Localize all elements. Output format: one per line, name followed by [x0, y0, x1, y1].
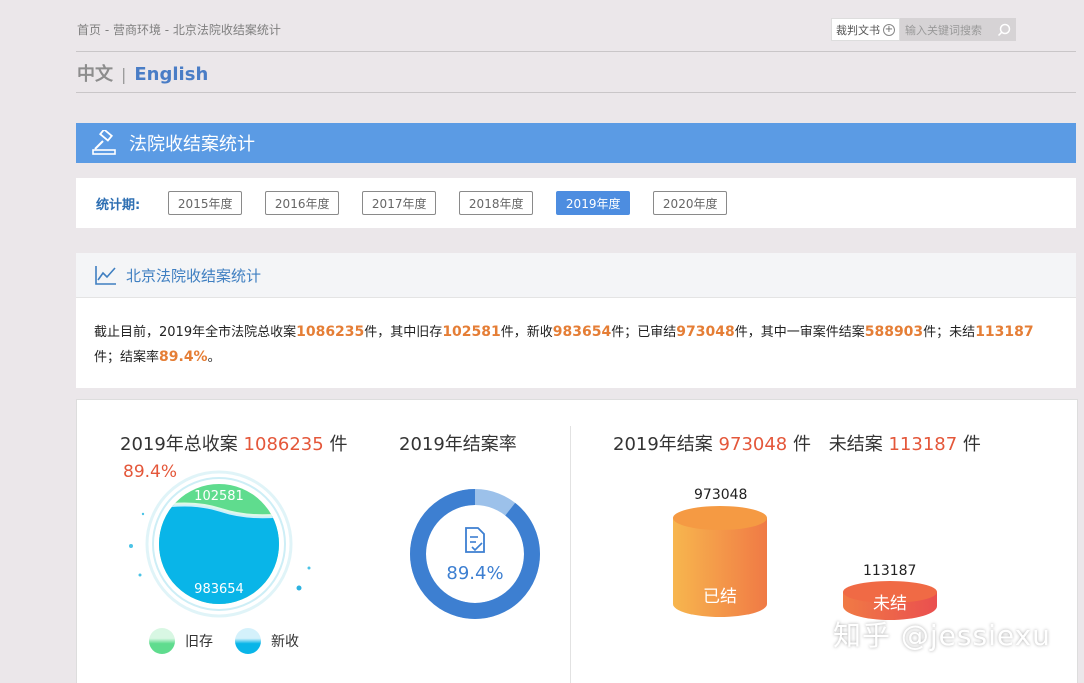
lang-separator: | — [121, 65, 127, 84]
search-area: 裁判文书 + 输入关键词搜索 — [831, 18, 1016, 41]
open-top-label: 113187 — [863, 563, 917, 579]
year-button-2018[interactable]: 2018年度 — [459, 191, 534, 215]
language-switch: 中文 | English — [77, 60, 208, 86]
charts-divider — [570, 426, 571, 683]
watermark: 知乎 @jessiexu — [833, 619, 1051, 652]
sparkle-dot — [129, 544, 133, 548]
search-icon[interactable] — [997, 23, 1011, 37]
judgment-docs-button[interactable]: 裁判文书 + — [831, 18, 900, 41]
legend-old: 旧存 — [149, 628, 213, 654]
lang-en-link[interactable]: English — [134, 64, 208, 85]
year-button-2015[interactable]: 2015年度 — [168, 191, 243, 215]
closed-top-label: 973048 — [694, 487, 748, 503]
document-check-icon — [465, 527, 485, 553]
legend-new: 新收 — [235, 628, 299, 654]
page-title: 法院收结案统计 — [129, 134, 255, 155]
search-input[interactable]: 输入关键词搜索 — [900, 18, 1016, 41]
period-label: 统计期: — [96, 197, 141, 213]
summary-first-instance-value: 588903 — [864, 324, 924, 340]
donut-rate-label: 89.4% — [446, 563, 503, 584]
year-button-2019[interactable]: 2019年度 — [556, 191, 631, 215]
legend-old-label: 旧存 — [185, 634, 213, 650]
lang-zh-link[interactable]: 中文 — [77, 64, 113, 85]
stats-summary-panel: 北京法院收结案统计 截止目前，2019年全市法院总收案1086235件，其中旧存… — [76, 253, 1076, 388]
sparkle-dot — [138, 573, 142, 577]
closure-rate-title: 2019年结案率 — [399, 434, 517, 455]
period-selector: 统计期: 2015年度 2016年度 2017年度 2018年度 2019年度 … — [76, 178, 1076, 228]
summary-text: 。 — [207, 350, 221, 365]
year-button-2016[interactable]: 2016年度 — [265, 191, 340, 215]
total-cases-title: 2019年总收案 1086235 件 — [120, 430, 347, 456]
lang-divider — [76, 92, 1076, 93]
summary-total-value: 1086235 — [296, 324, 365, 340]
sparkle-dot — [141, 512, 145, 516]
closure-rate-donut: 89.4% — [410, 489, 540, 619]
charts-panel: 2019年总收案 1086235 件 89.4% 102581 983654 旧… — [76, 399, 1078, 683]
summary-new-value: 983654 — [552, 324, 612, 340]
summary-text: 件；未结 — [923, 325, 976, 340]
stats-summary-text: 截止目前，2019年全市法院总收案1086235件，其中旧存102581件，新收… — [76, 298, 1076, 370]
closed-title-unit: 件 — [793, 434, 811, 455]
breadcrumb[interactable]: 首页 - 营商环境 - 北京法院收结案统计 — [77, 21, 281, 38]
search-placeholder: 输入关键词搜索 — [905, 23, 982, 37]
closed-title-value: 973048 — [718, 434, 788, 455]
open-label: 未结 — [873, 594, 907, 614]
summary-rate-value: 89.4% — [159, 349, 208, 365]
line-chart-icon — [95, 266, 116, 285]
plus-circle-icon: + — [883, 23, 895, 36]
year-button-2020[interactable]: 2020年度 — [653, 191, 728, 215]
gavel-icon — [92, 130, 116, 155]
header-divider — [76, 51, 1076, 52]
closed-cylinder: 已结 — [673, 506, 767, 617]
summary-text: 截止目前，2019年全市法院总收案 — [94, 325, 297, 340]
judgment-docs-label: 裁判文书 — [836, 23, 880, 37]
closed-title-prefix: 2019年结案 — [613, 434, 713, 455]
open-title-unit: 件 — [962, 434, 981, 455]
summary-closed-value: 973048 — [676, 324, 735, 340]
new-cases-value-label: 983654 — [194, 582, 244, 597]
summary-text: 件，其中旧存 — [364, 325, 443, 340]
summary-text: 件；已审结 — [611, 325, 677, 340]
total-cases-title-prefix: 2019年总收案 — [120, 434, 238, 455]
old-cases-value-label: 102581 — [194, 489, 244, 504]
donut-rate-arc — [410, 489, 540, 619]
legend-new-swatch — [235, 628, 261, 654]
summary-open-value: 113187 — [975, 324, 1034, 340]
stats-header: 北京法院收结案统计 — [76, 253, 1076, 298]
section-title-bar: 法院收结案统计 — [76, 123, 1076, 163]
total-cases-bubble-chart: 102581 983654 — [129, 470, 311, 618]
open-title-prefix: 未结案 — [828, 434, 883, 455]
summary-old-value: 102581 — [442, 324, 501, 340]
total-cases-value: 1086235 — [243, 434, 324, 455]
closed-open-title: 2019年结案 973048 件 未结案 113187 件 — [613, 430, 981, 456]
closed-label: 已结 — [703, 587, 737, 607]
summary-text: 件，其中一审案件结案 — [734, 325, 865, 340]
year-button-2017[interactable]: 2017年度 — [362, 191, 437, 215]
open-title-value: 113187 — [888, 434, 958, 455]
legend-old-swatch — [149, 628, 175, 654]
summary-text: 件，新收 — [500, 325, 553, 340]
total-cases-unit: 件 — [329, 434, 348, 455]
sparkle-dot — [307, 566, 311, 570]
stats-heading: 北京法院收结案统计 — [126, 266, 262, 285]
summary-text: 件；结案率 — [94, 350, 160, 365]
sparkle-dot — [296, 585, 302, 591]
legend-new-label: 新收 — [271, 634, 299, 650]
